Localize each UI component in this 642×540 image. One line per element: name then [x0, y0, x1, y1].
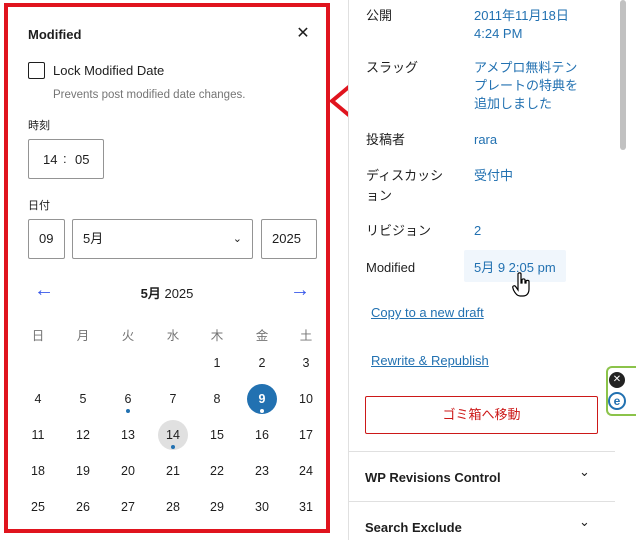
rewrite-republish-link[interactable]: Rewrite & Republish: [371, 353, 489, 368]
popover-title: Modified: [28, 27, 82, 42]
extension-e-icon[interactable]: e: [608, 392, 626, 410]
date-label: 日付: [28, 200, 50, 212]
weekday-label: 火: [121, 329, 135, 343]
calendar-day[interactable]: 6: [113, 384, 143, 414]
modified-date-popover: Modified ✕ Lock Modified Date Prevents p…: [4, 3, 330, 533]
calendar-day[interactable]: 22: [202, 456, 232, 486]
calendar-year: 2025: [164, 286, 194, 301]
post-settings-sidebar: 公開 2011年11月18日 4:24 PM スラッグ アメプロ無料テン プレー…: [348, 0, 642, 540]
calendar-day[interactable]: 8: [202, 384, 232, 414]
revisions-label: リビジョン: [366, 223, 432, 238]
discussion-value[interactable]: 受付中: [474, 166, 513, 186]
calendar-day[interactable]: 31: [291, 492, 321, 522]
time-separator: :: [63, 151, 67, 166]
author-value[interactable]: rara: [474, 130, 497, 150]
extension-close-icon[interactable]: ✕: [609, 372, 625, 388]
calendar-day[interactable]: 26: [68, 492, 98, 522]
close-icon[interactable]: ✕: [292, 23, 314, 45]
calendar-day[interactable]: 3: [291, 348, 321, 378]
chevron-down-icon[interactable]: ⌄: [579, 464, 590, 480]
calendar-day[interactable]: 19: [68, 456, 98, 486]
calendar-month: 5月: [140, 286, 161, 301]
calendar-day[interactable]: 13: [113, 420, 143, 450]
year-input[interactable]: 2025: [261, 219, 317, 259]
panel-search-exclude[interactable]: Search Exclude: [365, 520, 462, 535]
author-label: 投稿者: [366, 132, 406, 147]
calendar-day[interactable]: 21: [158, 456, 188, 486]
publish-value-date[interactable]: 2011年11月18日: [474, 6, 569, 26]
calendar-title: 5月 2025: [8, 283, 326, 302]
calendar-day[interactable]: 29: [202, 492, 232, 522]
slug-value-line-3[interactable]: 追加しました: [474, 94, 552, 114]
has-post-dot-icon: [126, 409, 130, 413]
calendar-day[interactable]: 17: [291, 420, 321, 450]
has-post-dot-icon: [171, 445, 175, 449]
weekday-label: 土: [299, 329, 313, 343]
lock-help-text: Prevents post modified date changes.: [53, 89, 246, 101]
slug-value-line-2[interactable]: プレートの特典を: [474, 76, 578, 96]
weekday-label: 日: [31, 329, 45, 343]
has-post-dot-icon: [260, 409, 264, 413]
calendar-day[interactable]: 30: [247, 492, 277, 522]
weekday-label: 月: [76, 329, 90, 343]
revisions-value[interactable]: 2: [474, 221, 481, 241]
discussion-label-line-1: ディスカッシ: [366, 168, 444, 183]
scrollbar-thumb[interactable]: [620, 0, 626, 150]
calendar-day[interactable]: 10: [291, 384, 321, 414]
lock-modified-date-checkbox[interactable]: [28, 62, 45, 79]
calendar-day[interactable]: 25: [23, 492, 53, 522]
calendar-day[interactable]: 9: [247, 384, 277, 414]
month-select-value: 5月: [83, 231, 104, 246]
calendar-day[interactable]: 28: [158, 492, 188, 522]
calendar-day[interactable]: 11: [23, 420, 53, 450]
next-month-icon[interactable]: →: [290, 279, 310, 302]
hour-input[interactable]: 14: [43, 152, 57, 167]
calendar-day[interactable]: 1: [202, 348, 232, 378]
weekday-label: 木: [210, 329, 224, 343]
calendar-day[interactable]: 18: [23, 456, 53, 486]
hand-cursor-icon: [512, 272, 530, 297]
divider: [349, 501, 615, 502]
screen: Modified ✕ Lock Modified Date Prevents p…: [0, 0, 642, 540]
chevron-down-icon: ⌄: [232, 233, 242, 245]
publish-value-time[interactable]: 4:24 PM: [474, 24, 522, 44]
time-input: 14 : 05: [28, 139, 104, 179]
modified-label: Modified: [366, 260, 416, 275]
calendar-day[interactable]: 4: [23, 384, 53, 414]
weekday-label: 水: [166, 329, 180, 343]
day-input[interactable]: 09: [28, 219, 65, 259]
calendar-day[interactable]: 23: [247, 456, 277, 486]
calendar-day[interactable]: 2: [247, 348, 277, 378]
divider: [349, 451, 615, 452]
move-to-trash-button[interactable]: ゴミ箱へ移動: [365, 396, 598, 434]
chevron-down-icon[interactable]: ⌄: [579, 514, 590, 530]
calendar-day[interactable]: 16: [247, 420, 277, 450]
calendar-day[interactable]: 14: [158, 420, 188, 450]
minute-input[interactable]: 05: [75, 152, 89, 167]
copy-to-new-draft-link[interactable]: Copy to a new draft: [371, 305, 484, 320]
panel-wp-revisions-control[interactable]: WP Revisions Control: [365, 470, 501, 485]
lock-modified-date-label[interactable]: Lock Modified Date: [53, 63, 164, 78]
weekday-label: 金: [255, 329, 269, 343]
calendar-day[interactable]: 24: [291, 456, 321, 486]
slug-value-line-1[interactable]: アメプロ無料テン: [474, 58, 577, 78]
time-label: 時刻: [28, 120, 50, 132]
month-select[interactable]: 5月 ⌄: [72, 219, 253, 259]
calendar-day[interactable]: 12: [68, 420, 98, 450]
calendar-day[interactable]: 5: [68, 384, 98, 414]
discussion-label-line-2: ョン: [366, 188, 393, 203]
slug-label: スラッグ: [366, 60, 419, 75]
calendar-day[interactable]: 15: [202, 420, 232, 450]
calendar-day[interactable]: 20: [113, 456, 143, 486]
publish-label: 公開: [366, 8, 393, 23]
calendar-day[interactable]: 7: [158, 384, 188, 414]
calendar-day[interactable]: 27: [113, 492, 143, 522]
